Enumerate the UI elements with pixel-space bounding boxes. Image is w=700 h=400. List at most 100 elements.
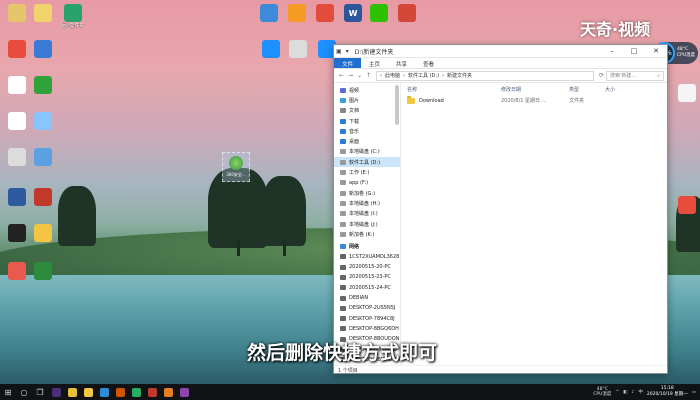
nav-item[interactable]: 本地磁盘 (I:): [334, 209, 400, 219]
nav-item[interactable]: 20200515-20-PC: [334, 262, 400, 272]
taskbar-app-chrome[interactable]: [64, 384, 80, 400]
column-type[interactable]: 类型: [569, 86, 605, 93]
taskbar-app-explorer[interactable]: [80, 384, 96, 400]
nav-item[interactable]: DEBIAN: [334, 293, 400, 303]
quick-access-icon[interactable]: ▾: [344, 48, 351, 55]
nav-item[interactable]: 桌面: [334, 136, 400, 146]
tab-home[interactable]: 主页: [361, 58, 388, 68]
file-row[interactable]: Download 2020/8/1 星期日 ... 文件夹: [401, 95, 667, 106]
desktop-icon[interactable]: [28, 188, 58, 207]
chevron-up-icon[interactable]: ^: [615, 390, 619, 395]
navigation-pane: 视频 图片 文档 下载 音乐 桌面 本地磁盘 (C:) 软件工具 (D:) 工作 (E:) app…: [334, 83, 401, 365]
nav-item[interactable]: 1CST2XUAMOL3628: [334, 252, 400, 262]
desktop-icon[interactable]: [254, 4, 284, 22]
nav-item[interactable]: 音乐: [334, 126, 400, 136]
app-icon: [289, 40, 307, 58]
nav-group-network[interactable]: 网络: [334, 241, 400, 251]
windows-start-icon[interactable]: ⊞: [0, 384, 16, 400]
nav-item[interactable]: 工作 (E:): [334, 167, 400, 177]
tab-view[interactable]: 查看: [415, 58, 442, 68]
desktop-icon[interactable]: [256, 40, 286, 59]
nav-item[interactable]: DESKTOP-7894C8J: [334, 314, 400, 324]
breadcrumb[interactable]: › 此电脑 › 软件工具 (D:) › 新建文件夹: [376, 70, 594, 81]
app-icon: [34, 40, 52, 58]
desktop-icon[interactable]: [672, 84, 700, 103]
desktop-icon[interactable]: [283, 40, 313, 59]
search-icon[interactable]: ○: [16, 384, 32, 400]
task-view-icon[interactable]: ❐: [32, 384, 48, 400]
desktop-icon[interactable]: [310, 4, 340, 22]
nav-item[interactable]: 新加卷 (G:): [334, 188, 400, 198]
desktop-icon[interactable]: [28, 262, 58, 281]
tray-cpu[interactable]: 48°C CPU温度: [593, 387, 611, 397]
column-size[interactable]: 大小: [605, 86, 635, 93]
app-icon: W: [344, 4, 362, 22]
column-name[interactable]: 名称: [407, 86, 501, 93]
taskbar-app-premiere[interactable]: [48, 384, 64, 400]
desktop-icon[interactable]: [28, 112, 58, 131]
taskbar-app-app7[interactable]: [144, 384, 160, 400]
desktop-icon[interactable]: [28, 40, 58, 59]
notification-icon[interactable]: ▭: [692, 390, 696, 395]
up-icon[interactable]: ↑: [364, 72, 373, 79]
chevron-down-icon[interactable]: ⌄: [355, 72, 364, 79]
breadcrumb-item[interactable]: 新建文件夹: [447, 72, 472, 79]
minimize-icon[interactable]: –: [601, 45, 623, 58]
tab-file[interactable]: 文件: [334, 58, 362, 68]
nav-item[interactable]: 本地磁盘 (C:): [334, 147, 400, 157]
volume-icon[interactable]: ♪: [631, 390, 634, 395]
app-icon: [34, 4, 52, 22]
drive-icon: [340, 97, 346, 103]
nav-item[interactable]: 下载: [334, 116, 400, 126]
nav-item[interactable]: 本地磁盘 (H:): [334, 198, 400, 208]
maximize-icon[interactable]: □: [623, 45, 645, 58]
forward-icon[interactable]: →: [346, 72, 355, 79]
taskbar-app-app5[interactable]: [112, 384, 128, 400]
network-icon[interactable]: ◧: [623, 390, 627, 395]
nav-item[interactable]: DESKTOP-8BGQ6DH: [334, 324, 400, 334]
nav-item[interactable]: 软件工具 (D:): [334, 157, 400, 168]
nav-item-label: DESKTOP-7894C8J: [349, 315, 395, 322]
nav-item-label: DEBIAN: [349, 295, 369, 302]
dragged-shortcut-icon[interactable]: 360安全...: [222, 152, 250, 182]
breadcrumb-item[interactable]: 软件工具 (D:): [408, 72, 439, 79]
nav-item[interactable]: 20200515-23-PC: [334, 272, 400, 282]
desktop-icon[interactable]: [672, 196, 700, 215]
nav-item[interactable]: 图片: [334, 95, 400, 105]
desktop-icon[interactable]: 回_文件夹: [58, 4, 88, 29]
nav-item[interactable]: 20200515-24-PC: [334, 283, 400, 293]
taskbar-app-app6[interactable]: [128, 384, 144, 400]
navpane-scrollbar[interactable]: [395, 85, 399, 125]
taskbar-app-app8[interactable]: [160, 384, 176, 400]
desktop-icon[interactable]: [282, 4, 312, 22]
column-date[interactable]: 修改日期: [501, 86, 569, 93]
nav-item[interactable]: 本地磁盘 (J:): [334, 219, 400, 229]
ime-icon[interactable]: 中: [638, 390, 643, 395]
taskbar-app-app9[interactable]: [176, 384, 192, 400]
tab-share[interactable]: 共享: [388, 58, 415, 68]
breadcrumb-item[interactable]: 此电脑: [385, 72, 400, 79]
desktop-icon[interactable]: [28, 4, 58, 23]
desktop-icon[interactable]: [28, 224, 58, 243]
close-icon[interactable]: ✕: [645, 45, 667, 58]
search-input[interactable]: 搜索'新建... ⌕: [606, 70, 664, 81]
app7-icon: [147, 387, 157, 397]
nav-item[interactable]: 新加卷 (K:): [334, 229, 400, 239]
desktop-icon[interactable]: [28, 148, 58, 167]
wallpaper-tree: [262, 176, 306, 246]
file-list: 名称 修改日期 类型 大小 Download 2020/8/1 星期日 ... …: [401, 83, 667, 365]
desktop-icon[interactable]: [364, 4, 394, 22]
taskbar-app-app4[interactable]: [96, 384, 112, 400]
back-icon[interactable]: ←: [337, 72, 346, 79]
nav-item[interactable]: DESKTOP-2US5N5J: [334, 303, 400, 313]
nav-item[interactable]: 视频: [334, 85, 400, 95]
app-icon: [398, 4, 416, 22]
desktop-icon[interactable]: [28, 76, 58, 95]
nav-item[interactable]: app (F:): [334, 178, 400, 188]
desktop-icon[interactable]: [392, 4, 422, 22]
drive-icon: [340, 87, 346, 93]
nav-item[interactable]: 文档: [334, 106, 400, 116]
clock[interactable]: 15:18 2020/10/19 星期一: [647, 386, 688, 398]
refresh-icon[interactable]: ⟳: [597, 72, 606, 79]
video-subtitle: 然后删除快捷方式即可: [247, 342, 438, 364]
